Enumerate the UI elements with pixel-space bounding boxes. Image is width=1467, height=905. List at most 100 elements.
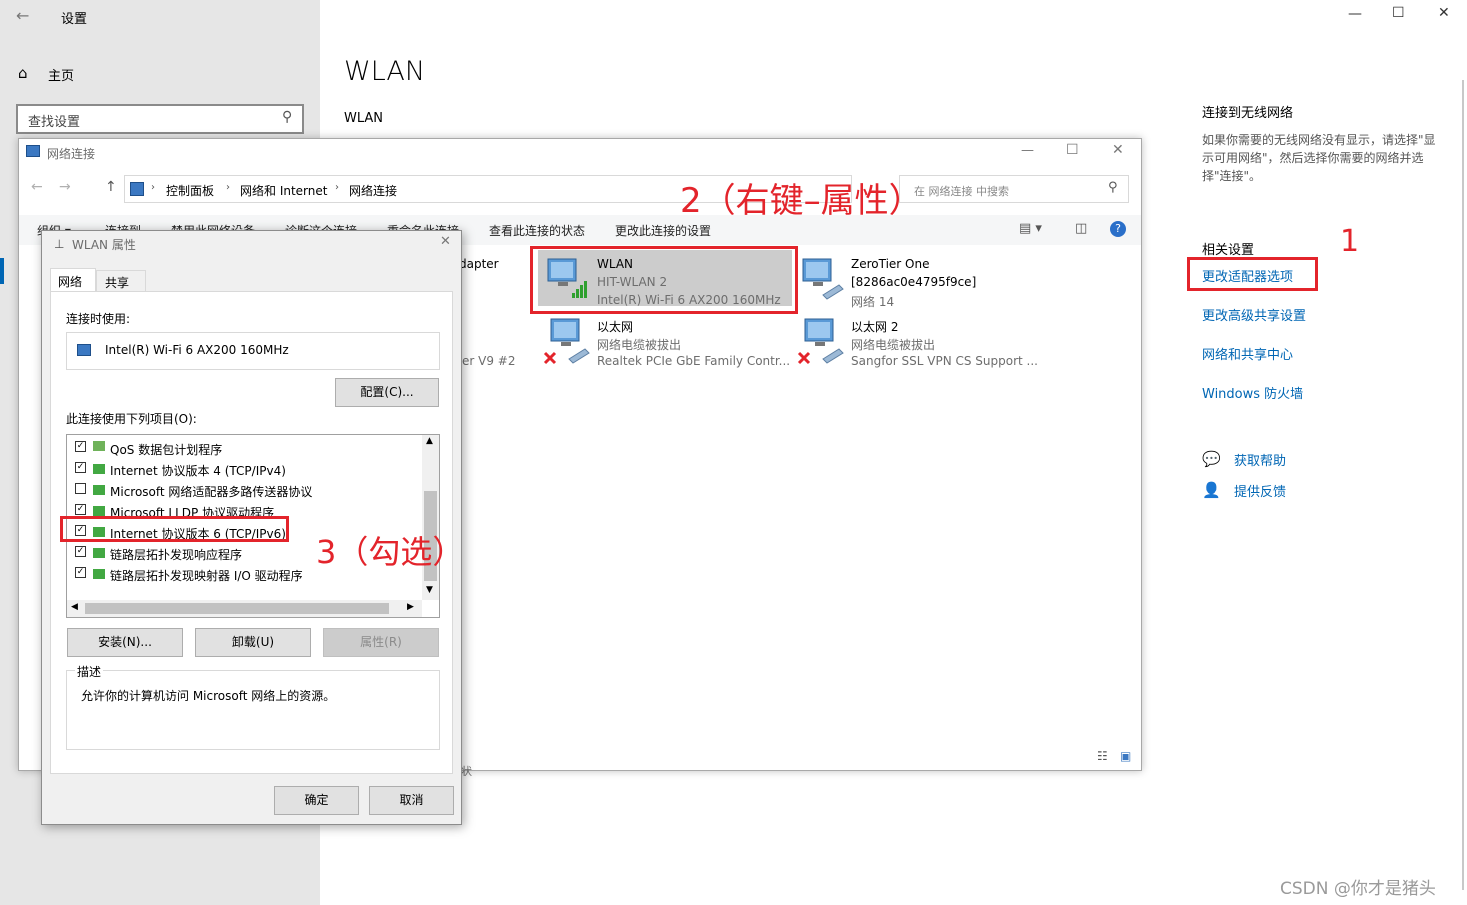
ethernet-2-adapter-name: 以太网 2: [851, 320, 899, 334]
feedback-link[interactable]: 提供反馈: [1234, 481, 1286, 500]
details-view-icon[interactable]: ☷: [1097, 749, 1108, 763]
scroll-right-icon[interactable]: ▶: [407, 602, 414, 612]
page-title: WLAN: [344, 56, 426, 87]
list-horizontal-scrollbar[interactable]: ◀ ▶: [67, 600, 422, 617]
install-button[interactable]: 安装(N)...: [67, 628, 183, 657]
preview-pane-icon[interactable]: ◫: [1075, 221, 1087, 236]
breadcrumb-separator-icon: ›: [226, 182, 230, 193]
nav-forward-icon[interactable]: →: [59, 179, 71, 195]
annotation-box-3: [60, 516, 289, 542]
list-item[interactable]: Microsoft 网络适配器多路传送器协议: [67, 481, 423, 501]
partial-adapter-text-2: er V9 #2: [462, 354, 516, 368]
annotation-label-2: 2（右键–属性）: [680, 181, 923, 221]
nav-up-icon[interactable]: ↑: [105, 179, 117, 195]
get-help-link[interactable]: 获取帮助: [1234, 450, 1286, 469]
home-icon[interactable]: ⌂: [18, 64, 28, 82]
protocol-icon: [93, 506, 105, 516]
protocol-icon: [93, 569, 105, 579]
scroll-down-icon[interactable]: ▼: [426, 585, 433, 595]
right-panel: 连接到无线网络 如果你需要的无线网络没有显示，请选择"显示可用网络"，然后选择你…: [1202, 102, 1452, 185]
ethernet-2-adapter-device: Sangfor SSL VPN CS Support ...: [851, 354, 1038, 368]
net-maximize-icon[interactable]: ☐: [1066, 142, 1079, 158]
adapter-ethernet-2[interactable]: 以太网 2 网络电缆被拔出 Sangfor SSL VPN CS Support…: [795, 311, 1057, 369]
cancel-button[interactable]: 取消: [369, 786, 454, 815]
window-search-box[interactable]: 在 网络连接 中搜索 ⚲: [899, 175, 1129, 203]
annotation-label-1: 1: [1340, 224, 1360, 259]
network-adapter-icon: [77, 344, 91, 356]
settings-search-box[interactable]: 查找设置 ⚲: [16, 104, 304, 134]
help-circle-icon[interactable]: ?: [1110, 221, 1126, 237]
item-checkbox[interactable]: ✓: [75, 567, 86, 578]
tab-sharing-label: 共享: [105, 276, 130, 290]
search-icon[interactable]: ⚲: [282, 109, 292, 125]
uninstall-button[interactable]: 卸载(U): [195, 628, 311, 657]
qos-icon: [93, 441, 105, 451]
breadcrumb-control-panel[interactable]: 控制面板: [166, 182, 214, 199]
window-search-icon[interactable]: ⚲: [1108, 180, 1118, 195]
h-scroll-thumb[interactable]: [85, 603, 389, 614]
description-group: 描述 允许你的计算机访问 Microsoft 网络上的资源。: [66, 663, 440, 750]
dialog-close-icon[interactable]: ✕: [440, 234, 451, 249]
scroll-left-icon[interactable]: ◀: [71, 602, 78, 612]
home-link[interactable]: 主页: [48, 65, 74, 84]
net-close-icon[interactable]: ✕: [1112, 142, 1124, 158]
back-arrow-icon[interactable]: ←: [16, 6, 29, 25]
close-icon[interactable]: ✕: [1438, 5, 1450, 21]
adapter-ethernet[interactable]: 以太网 网络电缆被拔出 Realtek PCIe GbE Family Cont…: [541, 311, 795, 369]
scroll-up-icon[interactable]: ▲: [426, 436, 433, 446]
zerotier-adapter-id: [8286ac0e4795f9ce]: [851, 275, 977, 289]
nav-back-icon[interactable]: ←: [31, 179, 43, 195]
adapter-zerotier[interactable]: ZeroTier One [8286ac0e4795f9ce] 网络 14: [797, 250, 1057, 309]
network-window-icon: [26, 145, 40, 157]
configure-button[interactable]: 配置(C)...: [335, 378, 439, 407]
tiles-view-icon[interactable]: ▣: [1120, 749, 1131, 763]
minimize-icon[interactable]: —: [1348, 6, 1362, 22]
control-panel-icon: [130, 182, 144, 196]
windows-firewall-link[interactable]: Windows 防火墙: [1202, 383, 1303, 402]
ethernet-adapter-icon: [543, 318, 590, 365]
settings-search-input[interactable]: 查找设置: [28, 111, 80, 130]
item-label: 链路层拓扑发现映射器 I/O 驱动程序: [110, 569, 303, 583]
maximize-icon[interactable]: ☐: [1392, 5, 1405, 21]
item-label: QoS 数据包计划程序: [110, 443, 223, 457]
tab-network[interactable]: 网络: [50, 268, 96, 292]
annotation-box-2: [530, 246, 798, 314]
tab-network-label: 网络: [58, 275, 83, 289]
net-minimize-icon[interactable]: —: [1021, 143, 1034, 158]
settings-scrollbar[interactable]: [1462, 80, 1464, 890]
item-checkbox[interactable]: [75, 483, 86, 494]
breadcrumb-network-internet[interactable]: 网络和 Internet: [240, 182, 327, 199]
advanced-sharing-link[interactable]: 更改高级共享设置: [1202, 305, 1306, 324]
tab-sharing[interactable]: 共享: [96, 270, 146, 292]
protocol-icon: [93, 548, 105, 558]
item-checkbox[interactable]: ✓: [75, 462, 86, 473]
item-checkbox[interactable]: ✓: [75, 441, 86, 452]
ok-button[interactable]: 确定: [274, 786, 359, 815]
view-status-command[interactable]: 查看此连接的状态: [489, 222, 585, 239]
nav-selection-indicator: [0, 258, 4, 284]
list-item[interactable]: ✓ QoS 数据包计划程序: [67, 439, 423, 459]
view-options-icon[interactable]: ▤ ▾: [1019, 221, 1042, 236]
item-checkbox[interactable]: ✓: [75, 504, 86, 515]
network-sharing-center-link[interactable]: 网络和共享中心: [1202, 344, 1293, 363]
zerotier-adapter-network: 网络 14: [851, 295, 895, 309]
ethernet-adapter-status: 网络电缆被拔出: [597, 338, 682, 352]
list-vertical-scrollbar[interactable]: ▲ ▼: [422, 435, 439, 600]
dialog-wlan-icon: ⊥: [54, 237, 65, 251]
breadcrumb-separator-icon: ›: [151, 182, 155, 193]
window-search-input[interactable]: 在 网络连接 中搜索: [914, 183, 1009, 199]
change-settings-command[interactable]: 更改此连接的设置: [615, 222, 711, 239]
item-checkbox[interactable]: ✓: [75, 546, 86, 557]
feedback-icon: 👤: [1202, 481, 1221, 499]
annotation-label-3: 3（勾选）: [316, 533, 465, 571]
csdn-watermark: CSDN @你才是猪头: [1280, 879, 1436, 899]
related-settings-heading: 相关设置: [1202, 243, 1255, 258]
list-item[interactable]: ✓ Internet 协议版本 4 (TCP/IPv4): [67, 460, 423, 480]
properties-button[interactable]: 属性(R): [323, 628, 439, 657]
partial-status-text: 状: [461, 765, 472, 778]
ethernet-adapter-name: 以太网: [597, 320, 634, 334]
wlan-section-label: WLAN: [344, 111, 384, 126]
breadcrumb-network-connections[interactable]: 网络连接: [349, 182, 397, 199]
zerotier-adapter-icon: [802, 258, 844, 300]
ethernet-adapter-device: Realtek PCIe GbE Family Contr...: [597, 354, 791, 368]
